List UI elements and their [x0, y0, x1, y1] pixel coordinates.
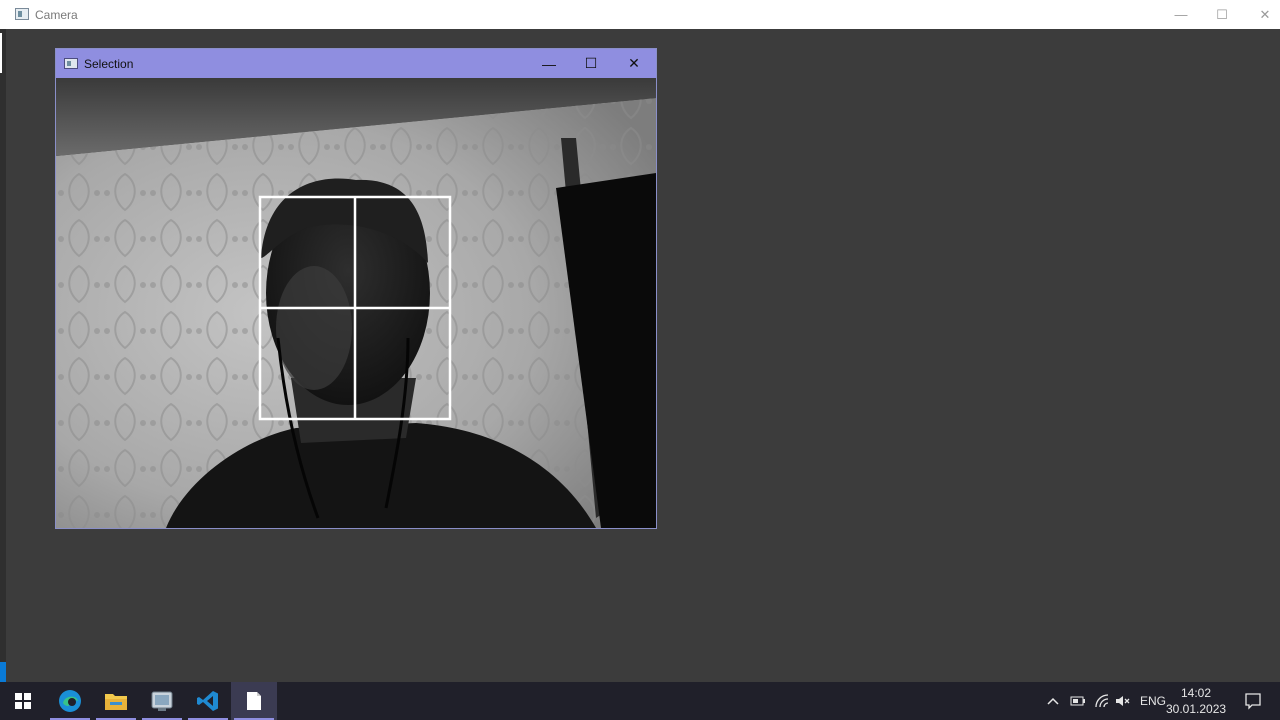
network-button[interactable] — [1094, 682, 1110, 720]
file-explorer-icon — [105, 694, 127, 710]
selection-minimize-button[interactable]: — — [528, 49, 570, 78]
camera-titlebar[interactable]: Camera — ☐ ✕ — [0, 0, 1280, 29]
selection-maximize-button[interactable]: ☐ — [570, 49, 612, 78]
selection-titlebar[interactable]: Selection — ☐ ✕ — [56, 49, 656, 78]
taskbar-vscode[interactable] — [185, 682, 231, 720]
camera-video-feed[interactable] — [56, 78, 656, 528]
app-icon — [151, 691, 173, 711]
notification-center-button[interactable] — [1244, 692, 1262, 715]
selection-close-button[interactable]: ✕ — [613, 49, 655, 78]
clock-time: 14:02 — [1180, 686, 1212, 700]
person-face — [276, 266, 352, 390]
notification-icon — [1245, 693, 1261, 710]
edge-icon — [59, 690, 81, 712]
battery-button[interactable] — [1070, 682, 1086, 720]
taskbar-document[interactable] — [231, 682, 277, 720]
chevron-up-icon — [1047, 697, 1059, 705]
volume-muted-icon — [1116, 696, 1130, 706]
selection-title: Selection — [84, 57, 134, 71]
tray-overflow-button[interactable] — [1046, 682, 1060, 720]
taskbar-edge[interactable] — [47, 682, 93, 720]
clock-date: 30.01.2023 — [1166, 702, 1227, 716]
vscode-icon — [197, 691, 218, 711]
document-icon — [247, 692, 261, 710]
language-indicator[interactable]: ENG — [1140, 682, 1166, 720]
taskbar-app[interactable] — [139, 682, 185, 720]
taskbar-file-explorer[interactable] — [93, 682, 139, 720]
taskbar-clock[interactable]: 14:02 30.01.2023 — [1166, 685, 1226, 717]
camera-app-icon — [15, 8, 29, 20]
volume-button[interactable] — [1115, 682, 1131, 720]
battery-icon — [1070, 696, 1085, 706]
wifi-icon — [1095, 694, 1109, 708]
taskbar: ENG 14:02 30.01.2023 — [0, 682, 1280, 720]
selection-window: Selection — ☐ ✕ — [55, 48, 657, 529]
minimize-button[interactable]: — — [1159, 0, 1203, 29]
video-frame — [56, 78, 656, 528]
close-button[interactable]: ✕ — [1243, 0, 1280, 29]
maximize-button[interactable]: ☐ — [1200, 0, 1244, 29]
start-icon — [15, 693, 31, 709]
window-left-edge — [0, 29, 6, 682]
window-title: Camera — [35, 8, 78, 22]
start-button[interactable] — [0, 682, 46, 720]
selection-app-icon — [64, 58, 78, 69]
